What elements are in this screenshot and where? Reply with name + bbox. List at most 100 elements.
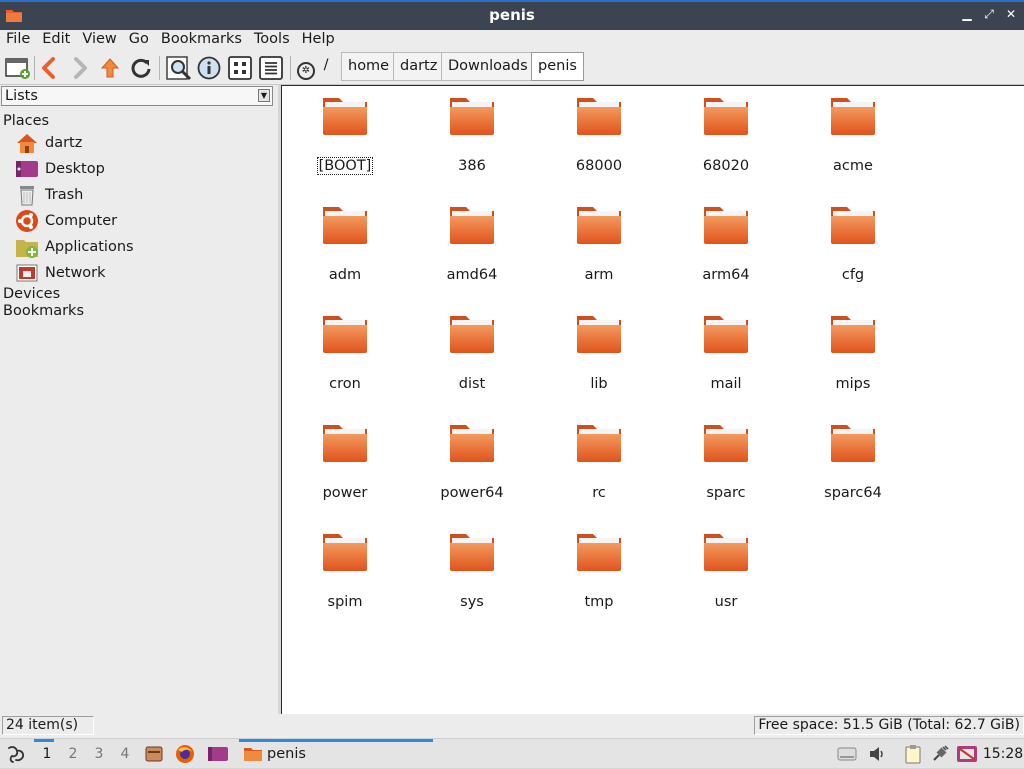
folder-name: adm <box>328 267 362 283</box>
folder-item[interactable]: sys <box>422 532 522 610</box>
folder-item[interactable]: dist <box>422 314 522 392</box>
desktop-1-button[interactable]: 1 <box>34 739 60 769</box>
folder-item[interactable]: acme <box>803 96 903 174</box>
desktop-3-button[interactable]: 3 <box>86 739 112 769</box>
menu-view[interactable]: View <box>76 30 122 50</box>
place-trash[interactable]: Trash <box>15 183 83 207</box>
menu-file[interactable]: File <box>0 30 36 50</box>
new-window-button[interactable] <box>4 54 32 82</box>
place-dartz[interactable]: dartz <box>15 131 82 155</box>
menu-tools[interactable]: Tools <box>248 30 296 50</box>
devices-heading[interactable]: Devices <box>3 286 60 302</box>
folder-icon <box>704 98 748 135</box>
minimize-button[interactable]: ▁ <box>960 7 974 22</box>
folder-icon <box>323 425 367 462</box>
menu-edit[interactable]: Edit <box>36 30 76 50</box>
clipboard-indicator[interactable] <box>902 739 924 769</box>
folder-item[interactable]: cfg <box>803 205 903 283</box>
side-pane-mode-select[interactable]: Lists ▼ <box>1 86 273 106</box>
icon-view-button[interactable] <box>226 54 254 82</box>
volume-control[interactable] <box>866 739 888 769</box>
folder-item[interactable]: arm64 <box>676 205 776 283</box>
up-button[interactable] <box>96 54 124 82</box>
start-menu-button[interactable] <box>3 739 29 769</box>
computer-icon <box>15 209 39 233</box>
file-view[interactable]: [BOOT] 386 68000 68020 acme adm amd64 arm arm64 c… <box>281 85 1024 714</box>
menu-bookmarks[interactable]: Bookmarks <box>155 30 248 50</box>
desktop-2-button[interactable]: 2 <box>60 739 86 769</box>
desktop-4-button[interactable]: 4 <box>112 739 138 769</box>
breadcrumb-root[interactable]: ✲ / <box>295 52 331 81</box>
clock[interactable]: 15:28 <box>983 739 1023 769</box>
taskbar-window-label: penis <box>267 746 306 762</box>
file-manager-launcher[interactable] <box>142 739 166 769</box>
breadcrumb-downloads[interactable]: Downloads <box>441 52 535 81</box>
folder-icon <box>831 316 875 353</box>
back-button[interactable] <box>35 54 63 82</box>
place-computer[interactable]: Computer <box>15 209 117 233</box>
folder-item[interactable]: cron <box>295 314 395 392</box>
folder-icon <box>323 207 367 244</box>
forward-button[interactable] <box>66 54 94 82</box>
menu-go[interactable]: Go <box>123 30 155 50</box>
folder-item[interactable]: 386 <box>422 96 522 174</box>
info-button[interactable] <box>195 54 223 82</box>
removable-drive-indicator[interactable] <box>836 739 858 769</box>
window-titlebar[interactable]: penis ▁ ⤢ ✕ <box>0 0 1024 30</box>
folder-name: arm64 <box>702 267 750 283</box>
folder-item[interactable]: mips <box>803 314 903 392</box>
folder-item[interactable]: mail <box>676 314 776 392</box>
folder-icon <box>323 98 367 135</box>
folder-icon <box>323 316 367 353</box>
power-manager-indicator[interactable] <box>955 739 979 769</box>
folder-item[interactable]: [BOOT] <box>295 96 395 175</box>
folder-name: acme <box>833 158 873 174</box>
speaker-icon <box>870 747 883 761</box>
breadcrumb-penis[interactable]: penis <box>531 52 584 81</box>
folder-icon <box>831 425 875 462</box>
folder-item[interactable]: adm <box>295 205 395 283</box>
bookmarks-heading[interactable]: Bookmarks <box>3 303 84 319</box>
firefox-launcher[interactable] <box>173 739 197 769</box>
desktop-launcher[interactable] <box>206 739 230 769</box>
folder-item[interactable]: arm <box>549 205 649 283</box>
close-button[interactable]: ✕ <box>1004 7 1018 22</box>
place-desktop[interactable]: Desktop <box>15 157 105 181</box>
place-applications[interactable]: Applications <box>15 235 134 259</box>
folder-name: amd64 <box>446 267 498 283</box>
desktop-icon <box>15 157 39 181</box>
maximize-button[interactable]: ⤢ <box>982 7 996 22</box>
places-heading[interactable]: Places <box>3 113 49 129</box>
reload-icon <box>131 58 151 78</box>
breadcrumb-home[interactable]: home <box>341 52 397 81</box>
folder-item[interactable]: rc <box>549 423 649 501</box>
folder-item[interactable]: 68020 <box>676 96 776 174</box>
folder-item[interactable]: sparc64 <box>803 423 903 501</box>
status-bar: 24 item(s) Free space: 51.5 GiB (Total: … <box>0 714 1024 738</box>
breadcrumb-dartz[interactable]: dartz <box>393 52 445 81</box>
folder-name: 386 <box>458 158 486 174</box>
folder-item[interactable]: usr <box>676 532 776 610</box>
menu-help[interactable]: Help <box>296 30 341 50</box>
taskbar: 1 2 3 4 penis 15:28 <box>0 738 1024 768</box>
taskbar-window-penis[interactable]: penis <box>239 739 433 769</box>
list-view-button[interactable] <box>257 54 285 82</box>
folder-item[interactable]: lib <box>549 314 649 392</box>
folder-name: 68000 <box>575 158 623 174</box>
network-icon <box>15 261 39 285</box>
folder-item[interactable]: sparc <box>676 423 776 501</box>
network-indicator[interactable] <box>929 739 951 769</box>
folder-item[interactable]: amd64 <box>422 205 522 283</box>
find-files-button[interactable] <box>165 54 193 82</box>
place-network[interactable]: Network <box>15 261 106 285</box>
folder-item[interactable]: 68000 <box>549 96 649 174</box>
folder-icon <box>450 425 494 462</box>
folder-item[interactable]: power <box>295 423 395 501</box>
folder-item[interactable]: tmp <box>549 532 649 610</box>
reload-button[interactable] <box>127 54 155 82</box>
folder-name: dist <box>458 376 486 392</box>
folder-item[interactable]: spim <box>295 532 395 610</box>
folder-name: sparc64 <box>824 485 882 501</box>
place-label: Network <box>45 265 106 281</box>
folder-item[interactable]: power64 <box>422 423 522 501</box>
